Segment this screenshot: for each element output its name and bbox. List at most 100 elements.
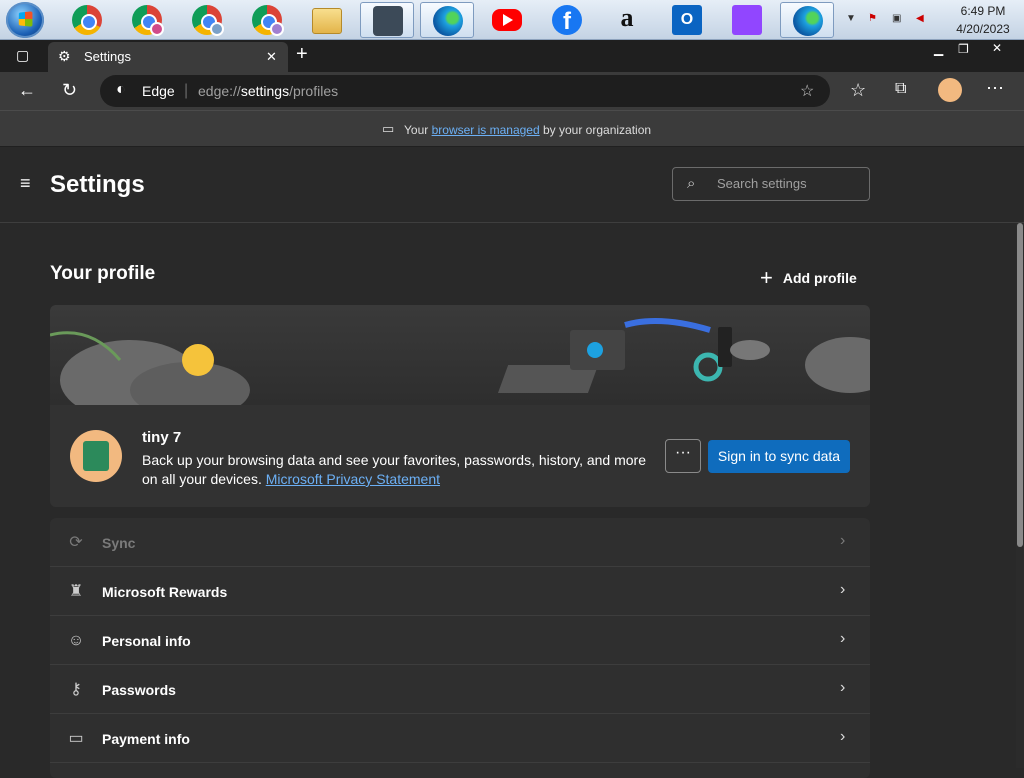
sun-icon bbox=[182, 344, 214, 376]
facebook-icon: f bbox=[552, 5, 582, 35]
taskbar-chrome-2[interactable] bbox=[120, 2, 174, 38]
taskbar-amazon[interactable]: a bbox=[600, 2, 654, 38]
profile-name: tiny 7 bbox=[142, 429, 182, 446]
windows-taskbar: f a O ▼ ⚑ ▣ ◀ 6:49 PM 4/20/2023 bbox=[0, 0, 1024, 40]
minimize-icon[interactable]: ▁ bbox=[934, 42, 943, 56]
address-bar[interactable]: ◐ Edge | edge://settings/profiles ☆ bbox=[100, 75, 830, 107]
add-favorite-icon[interactable]: ☆ bbox=[800, 81, 814, 101]
list-item-sync[interactable]: ⟳ Sync › bbox=[50, 518, 870, 567]
refresh-icon[interactable]: ↻ bbox=[62, 80, 77, 101]
profile-card-body: tiny 7 Back up your browsing data and se… bbox=[50, 405, 870, 507]
taskbar-twitch[interactable] bbox=[720, 2, 774, 38]
action-center-icon[interactable]: ⚑ bbox=[868, 13, 877, 24]
taskbar-chrome-3[interactable] bbox=[180, 2, 234, 38]
list-item-microsoft-rewards[interactable]: ♜ Microsoft Rewards › bbox=[50, 567, 870, 616]
start-button[interactable] bbox=[6, 2, 44, 38]
tab-label: Settings bbox=[84, 49, 131, 64]
scrollbar-thumb[interactable] bbox=[1017, 223, 1023, 547]
list-item-label: Microsoft Rewards bbox=[102, 584, 228, 600]
page-title: Settings bbox=[50, 171, 145, 198]
profile-badge-icon bbox=[270, 22, 284, 36]
folder-icon bbox=[312, 8, 342, 34]
taskbar-file-explorer[interactable] bbox=[300, 2, 354, 38]
taskbar-edge-1[interactable] bbox=[420, 2, 474, 38]
managed-suffix: by your organization bbox=[539, 123, 652, 137]
search-settings[interactable]: ⌕ bbox=[672, 167, 870, 201]
list-item-personal-info[interactable]: ☺ Personal info › bbox=[50, 616, 870, 665]
ring-icon bbox=[693, 352, 723, 382]
taskbar-outlook[interactable]: O bbox=[660, 2, 714, 38]
outlook-icon: O bbox=[672, 5, 702, 35]
phone-icon bbox=[718, 327, 732, 367]
chevron-right-icon: › bbox=[840, 581, 846, 598]
address-site-label: Edge bbox=[142, 83, 175, 99]
add-profile-button[interactable]: + Add profile bbox=[760, 263, 857, 290]
profile-card: tiny 7 Back up your browsing data and se… bbox=[50, 305, 870, 507]
taskbar-security-app[interactable] bbox=[360, 2, 414, 38]
managed-text: Your browser is managed by your organiza… bbox=[404, 123, 651, 137]
rewards-trophy-icon: ♜ bbox=[68, 583, 84, 600]
swoosh-icon bbox=[624, 318, 711, 333]
profile-banner bbox=[50, 305, 870, 420]
search-input[interactable] bbox=[717, 176, 857, 191]
list-item-label: Personal info bbox=[102, 633, 191, 649]
address-url[interactable]: edge://settings/profiles bbox=[198, 83, 338, 99]
briefcase-icon: ▭ bbox=[382, 121, 395, 136]
more-actions-button[interactable]: ··· bbox=[665, 439, 701, 473]
collections-icon[interactable]: ⧉ bbox=[895, 80, 906, 98]
chevron-right-icon: › bbox=[840, 679, 846, 696]
chevron-right-icon: › bbox=[840, 728, 846, 745]
calculator-icon bbox=[83, 441, 109, 471]
taskbar-chrome-1[interactable] bbox=[60, 2, 114, 38]
url-prefix: edge:// bbox=[198, 83, 241, 99]
address-divider: | bbox=[184, 82, 189, 99]
list-item-label: Passwords bbox=[102, 682, 176, 698]
managed-prefix: Your bbox=[404, 123, 432, 137]
close-window-icon[interactable]: ✕ bbox=[992, 41, 1002, 55]
restore-icon[interactable]: ❐ bbox=[958, 42, 969, 56]
clock-date[interactable]: 4/20/2023 bbox=[948, 22, 1018, 36]
edge-logo-icon: ◐ bbox=[116, 81, 126, 98]
new-tab-icon[interactable]: + bbox=[296, 43, 308, 66]
profile-badge-icon bbox=[150, 22, 164, 36]
back-icon[interactable]: ← bbox=[18, 80, 36, 101]
sign-in-button[interactable]: Sign in to sync data bbox=[708, 440, 850, 473]
browser-titlebar: ▢ ⚙ Settings ✕ + ▁ ❐ ✕ bbox=[0, 40, 1024, 72]
chevron-right-icon: › bbox=[840, 630, 846, 647]
gear-icon: ⚙ bbox=[58, 48, 71, 64]
profile-avatar-icon[interactable] bbox=[938, 78, 962, 102]
avatar bbox=[70, 430, 122, 482]
tab-settings[interactable]: ⚙ Settings ✕ bbox=[48, 42, 288, 72]
credit-card-icon: ▭ bbox=[68, 730, 84, 747]
plus-icon: + bbox=[760, 265, 773, 290]
list-item-payment-info[interactable]: ▭ Payment info › bbox=[50, 714, 870, 763]
browser-toolbar: ← ↻ ◐ Edge | edge://settings/profiles ☆ … bbox=[0, 72, 1024, 110]
list-item-passwords[interactable]: ⚷ Passwords › bbox=[50, 665, 870, 714]
key-icon: ⚷ bbox=[70, 681, 82, 698]
tab-actions-icon[interactable]: ▢ bbox=[16, 47, 29, 64]
profile-settings-list: ⟳ Sync › ♜ Microsoft Rewards › ☺ Persona… bbox=[50, 518, 870, 778]
edge-icon bbox=[793, 6, 823, 36]
settings-content: Your profile + Add profile tiny 7 Back u… bbox=[0, 223, 1016, 778]
url-host: settings bbox=[240, 83, 290, 99]
privacy-statement-link[interactable]: Microsoft Privacy Statement bbox=[266, 471, 440, 487]
chevron-right-icon: › bbox=[840, 532, 846, 549]
taskbar-edge-2[interactable] bbox=[780, 2, 834, 38]
favorites-icon[interactable]: ☆ bbox=[850, 80, 866, 101]
edge-icon bbox=[433, 6, 463, 36]
clock-time[interactable]: 6:49 PM bbox=[948, 4, 1018, 18]
taskbar-youtube[interactable] bbox=[480, 2, 534, 38]
page-scrollbar[interactable] bbox=[1016, 223, 1024, 768]
close-tab-icon[interactable]: ✕ bbox=[266, 49, 277, 65]
taskbar-chrome-4[interactable] bbox=[240, 2, 294, 38]
settings-more-icon[interactable]: ⋯ bbox=[986, 78, 1004, 99]
managed-link[interactable]: browser is managed bbox=[432, 123, 540, 137]
volume-muted-icon[interactable]: ◀ bbox=[916, 13, 924, 24]
list-item-label: Sync bbox=[102, 535, 136, 551]
network-icon[interactable]: ▣ bbox=[892, 13, 901, 24]
sync-icon: ⟳ bbox=[69, 534, 83, 551]
show-hidden-icons-icon[interactable]: ▼ bbox=[846, 13, 856, 24]
hamburger-menu-icon[interactable]: ≡ bbox=[20, 173, 31, 194]
profile-badge-icon bbox=[210, 22, 224, 36]
taskbar-facebook[interactable]: f bbox=[540, 2, 594, 38]
